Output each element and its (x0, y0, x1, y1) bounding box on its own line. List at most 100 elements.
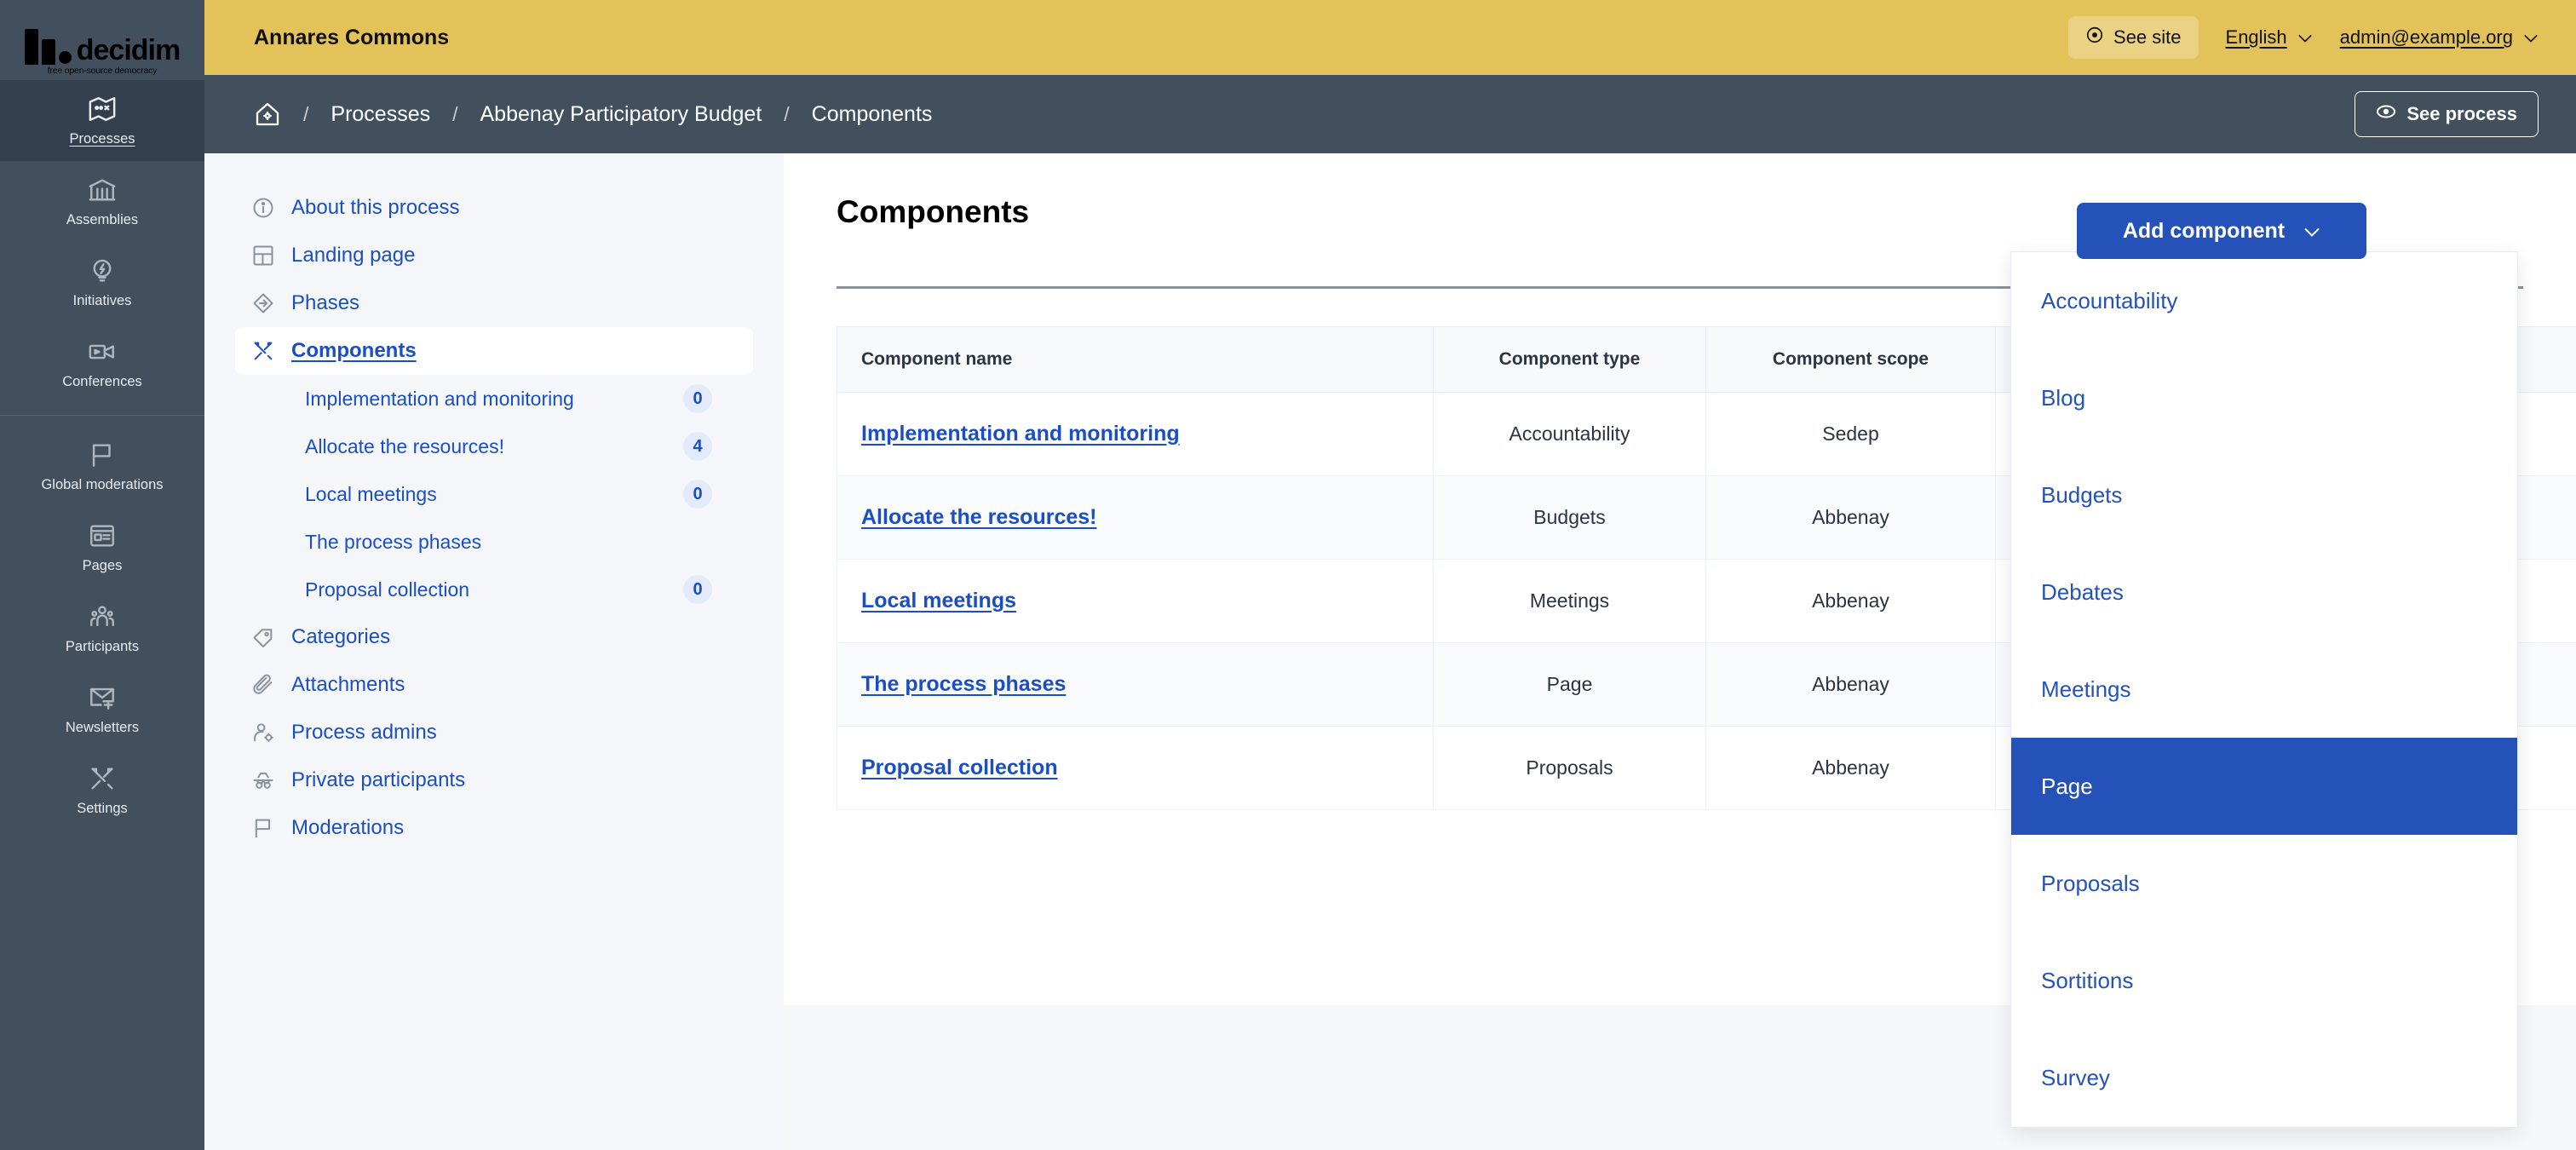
government-icon (88, 175, 117, 204)
component-type-option-sortitions[interactable]: Sortitions (2011, 932, 2517, 1029)
tools-icon (250, 338, 276, 364)
process-nav-item-phases[interactable]: Phases (235, 279, 753, 327)
process-nav-label: Private participants (291, 768, 466, 791)
component-link[interactable]: The process phases (861, 672, 1066, 696)
process-nav-label: Moderations (291, 816, 405, 839)
breadcrumb-separator: / (452, 102, 458, 125)
component-type-option-proposals[interactable]: Proposals (2011, 835, 2517, 932)
article-icon (88, 521, 117, 550)
component-link[interactable]: Allocate the resources! (861, 505, 1097, 529)
process-sidebar: About this process Landing page Phases Comp… (204, 153, 784, 1150)
language-selector[interactable]: English (2226, 26, 2313, 49)
cell-component-type: Accountability (1433, 391, 1706, 476)
admin-sidebar: decidim free open-source democracy Proce… (0, 0, 204, 1150)
eye-icon (2085, 26, 2104, 49)
process-nav-item-about-this-process[interactable]: About this process (235, 184, 753, 232)
component-type-option-budgets[interactable]: Budgets (2011, 446, 2517, 543)
sidebar-item-pages[interactable]: Pages (0, 507, 204, 588)
breadcrumb-separator: / (303, 102, 309, 125)
organization-title: Annares Commons (254, 25, 450, 49)
process-nav-label: Categories (291, 625, 391, 648)
process-nav-subitem-label: The process phases (305, 530, 482, 553)
process-nav-item-process-admins[interactable]: Process admins (235, 709, 753, 756)
see-site-button[interactable]: See site (2068, 16, 2199, 59)
sidebar-item-label: Participants (65, 638, 140, 654)
chevron-down-icon (2523, 26, 2539, 49)
home-icon[interactable] (254, 101, 281, 128)
process-nav-subitem-the-process-phases[interactable]: The process phases (235, 518, 753, 566)
process-nav-item-categories[interactable]: Categories (235, 613, 753, 661)
chevron-down-icon (2303, 219, 2320, 244)
process-nav-item-landing-page[interactable]: Landing page (235, 232, 753, 279)
cell-component-scope: Abbenay (1705, 474, 1996, 560)
add-component-dropdown: Accountability Blog Budgets Debates Meetings… (2010, 251, 2518, 1128)
sidebar-item-label: Processes (69, 131, 135, 147)
process-nav-subitem-label: Allocate the resources! (305, 434, 504, 457)
logo-dot-icon (58, 50, 72, 64)
sidebar-item-label: Pages (82, 557, 123, 573)
sidebar-item-newsletters[interactable]: Newsletters (0, 669, 204, 750)
breadcrumb: / Processes / Abbenay Participatory Budget /… (254, 101, 932, 128)
sidebar-item-processes[interactable]: Processes (0, 80, 204, 162)
layout-grid-icon (250, 243, 276, 268)
spy-icon (250, 768, 276, 793)
process-nav-label: Components (291, 339, 417, 362)
sidebar-item-label: Conferences (62, 374, 142, 390)
cell-component-name: Proposal collection (837, 725, 1434, 810)
component-type-option-page[interactable]: Page (2011, 738, 2517, 835)
see-process-button[interactable]: See process (2355, 91, 2539, 137)
sidebar-item-initiatives[interactable]: Initiatives (0, 242, 204, 323)
sidebar-item-conferences[interactable]: Conferences (0, 323, 204, 404)
component-link[interactable]: Local meetings (861, 589, 1016, 612)
cell-component-type: Budgets (1433, 474, 1706, 560)
cell-component-type: Page (1433, 641, 1706, 727)
column-header-component-name: Component name (837, 325, 1434, 393)
component-link[interactable]: Proposal collection (861, 756, 1058, 779)
paperclip-icon (250, 672, 276, 698)
process-nav-item-private-participants[interactable]: Private participants (235, 756, 753, 804)
add-component-button[interactable]: Add component (2077, 203, 2366, 259)
process-nav-item-components[interactable]: Components (235, 327, 753, 375)
process-nav-subitem-count: 0 (683, 575, 712, 604)
process-nav-subitem-allocate-the-resources[interactable]: Allocate the resources! 4 (235, 423, 753, 470)
sidebar-item-assemblies[interactable]: Assemblies (0, 161, 204, 242)
add-component-label: Add component (2122, 218, 2286, 243)
account-menu[interactable]: admin@example.org (2340, 26, 2539, 49)
cell-component-scope: Abbenay (1705, 725, 1996, 810)
process-nav-subitem-implementation-and-monitoring[interactable]: Implementation and monitoring 0 (235, 375, 753, 423)
cell-component-type: Meetings (1433, 558, 1706, 643)
column-header-component-scope: Component scope (1705, 325, 1996, 393)
sidebar-item-label: Global moderations (41, 476, 164, 492)
mail-add-icon (88, 683, 117, 712)
user-settings-icon (250, 720, 276, 745)
breadcrumb-separator: / (784, 102, 790, 125)
sidebar-item-global-moderations[interactable]: Global moderations (0, 426, 204, 507)
cell-component-name: Local meetings (837, 558, 1434, 643)
process-nav-subitem-proposal-collection[interactable]: Proposal collection 0 (235, 566, 753, 613)
sidebar-item-settings[interactable]: Settings (0, 750, 204, 831)
process-nav-item-attachments[interactable]: Attachments (235, 661, 753, 709)
map-icon (88, 95, 117, 124)
breadcrumb-item-processes[interactable]: Processes (331, 102, 430, 127)
breadcrumb-item-abbenay-participatory-budget[interactable]: Abbenay Participatory Budget (480, 102, 762, 127)
component-type-option-debates[interactable]: Debates (2011, 543, 2517, 641)
flag-icon (88, 440, 117, 469)
component-type-option-accountability[interactable]: Accountability (2011, 252, 2517, 349)
organization-bar: Annares Commons See site English admin@e… (204, 0, 2576, 75)
process-nav-subitem-label: Proposal collection (305, 578, 470, 601)
people-icon (88, 602, 117, 631)
component-type-option-blog[interactable]: Blog (2011, 349, 2517, 446)
component-type-option-survey[interactable]: Survey (2011, 1029, 2517, 1126)
component-link[interactable]: Implementation and monitoring (861, 422, 1180, 446)
process-nav-subitem-local-meetings[interactable]: Local meetings 0 (235, 470, 753, 518)
cell-component-scope: Abbenay (1705, 641, 1996, 727)
logo-tagline: free open-source democracy (47, 65, 158, 76)
component-type-option-meetings[interactable]: Meetings (2011, 641, 2517, 738)
process-nav-item-moderations[interactable]: Moderations (235, 804, 753, 852)
process-nav-label: Process admins (291, 721, 437, 744)
breadcrumb-item-components: Components (811, 101, 933, 126)
sidebar-item-label: Settings (77, 801, 128, 817)
sidebar-item-participants[interactable]: Participants (0, 588, 204, 669)
process-nav-label: Landing page (291, 244, 416, 267)
decidim-logo[interactable]: decidim free open-source democracy (0, 0, 204, 80)
